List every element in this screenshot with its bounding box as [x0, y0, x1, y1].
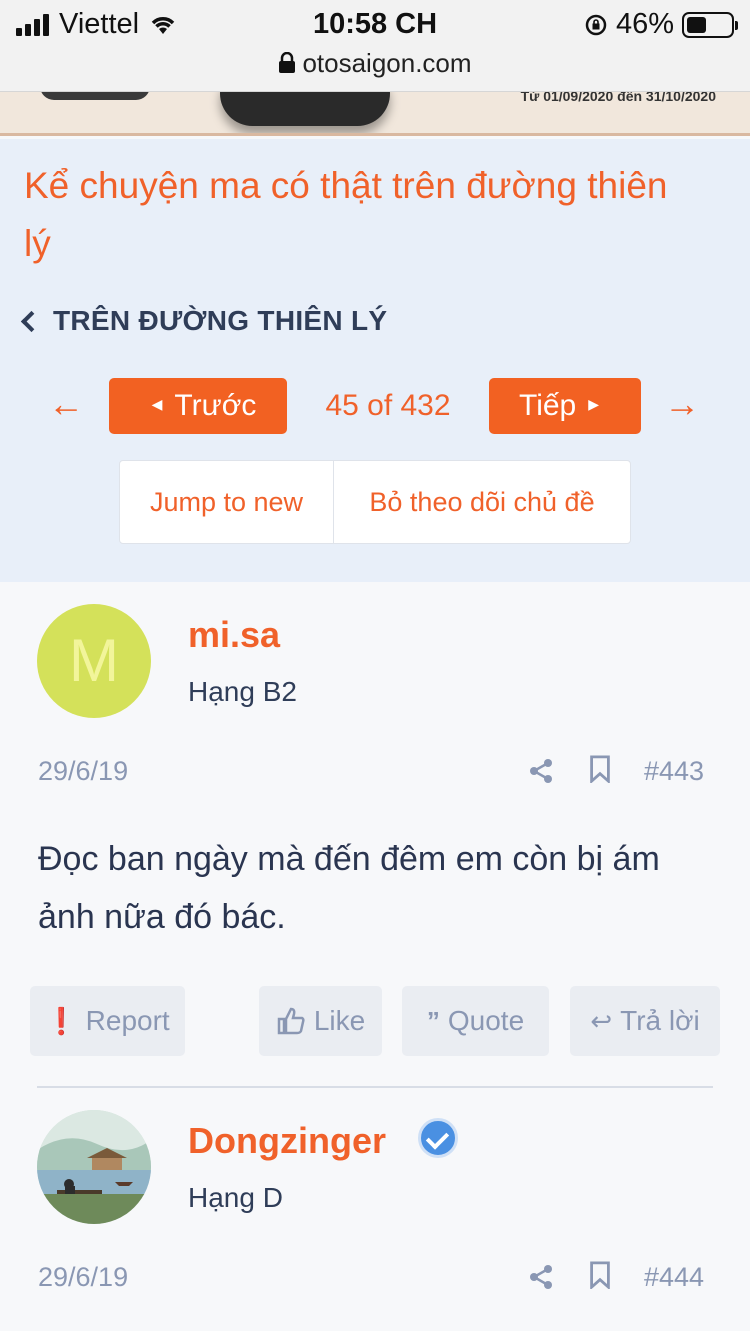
user-rank: Hạng B2	[188, 676, 297, 707]
report-button[interactable]: ❗ Report	[30, 986, 185, 1056]
breadcrumb-label: TRÊN ĐƯỜNG THIÊN LÝ	[53, 305, 388, 336]
next-arrow-icon[interactable]: →	[662, 378, 702, 434]
landscape-avatar-image	[37, 1110, 151, 1224]
bookmark-icon[interactable]	[586, 1261, 614, 1289]
post-body: Đọc ban ngày mà đến đêm em còn bị ám ảnh…	[38, 840, 660, 936]
quote-button[interactable]: ” Quote	[402, 986, 549, 1056]
banner-text: Từ 01/09/2020 đến 31/10/2020	[520, 92, 716, 104]
reply-button[interactable]: ↩ Trả lời	[570, 986, 720, 1056]
like-label: Like	[313, 1005, 366, 1036]
caret-right-icon: ▶	[588, 396, 600, 413]
post-number[interactable]: #444	[644, 1262, 704, 1293]
username[interactable]: mi.sa	[188, 614, 280, 656]
share-icon[interactable]	[527, 757, 555, 785]
reply-icon: ↩	[590, 1006, 613, 1036]
prev-page-button[interactable]: ◀ Trước	[109, 378, 287, 434]
prev-page-label: Trước	[174, 389, 257, 422]
post-date[interactable]: 29/6/19	[38, 1262, 128, 1293]
page-title: Kể chuyện ma có thật trên đường thiên lý	[24, 165, 668, 264]
report-label: Report	[85, 1005, 170, 1036]
url-bar[interactable]: otosaigon.com	[0, 48, 750, 79]
reply-label: Trả lời	[620, 1005, 700, 1036]
bookmark-icon[interactable]	[586, 755, 614, 783]
page-count: 45 of 432	[325, 389, 451, 422]
ad-banner[interactable]: Từ 01/09/2020 đến 31/10/2020	[0, 92, 750, 136]
chevron-left-icon	[20, 310, 43, 332]
battery-percent: 46%	[615, 8, 674, 40]
car-image-left	[40, 92, 150, 100]
battery-icon	[682, 11, 738, 38]
post-divider	[37, 1086, 713, 1088]
username[interactable]: Dongzinger	[188, 1120, 386, 1162]
alert-icon: ❗	[45, 1006, 78, 1036]
verified-badge-icon	[418, 1118, 458, 1158]
post-number[interactable]: #443	[644, 756, 704, 787]
posts-list: M mi.sa Hạng B2 29/6/19 #443 Đọc ban ngà…	[0, 582, 750, 1331]
pagination: ← ◀ Trước 45 of 432 Tiếp ▶ →	[0, 378, 750, 434]
quote-label: Quote	[447, 1005, 525, 1036]
unwatch-thread-button[interactable]: Bỏ theo dõi chủ đề	[334, 461, 630, 543]
page: Viettel 10:58 CH otosaigon.com 46% Từ 01…	[0, 0, 750, 1331]
thread-header: Kể chuyện ma có thật trên đường thiên lý…	[0, 139, 750, 582]
prev-arrow-icon[interactable]: ←	[46, 378, 86, 434]
thread-actions: Jump to new Bỏ theo dõi chủ đề	[119, 460, 631, 544]
post-date[interactable]: 29/6/19	[38, 756, 128, 787]
quote-icon: ”	[426, 1006, 440, 1036]
next-page-button[interactable]: Tiếp ▶	[489, 378, 641, 434]
status-right: 46%	[584, 8, 738, 41]
thumbs-up-icon	[277, 1007, 305, 1035]
caret-left-icon: ◀	[151, 396, 163, 413]
like-button[interactable]: Like	[259, 986, 382, 1056]
user-rank: Hạng D	[188, 1182, 283, 1213]
breadcrumb[interactable]: TRÊN ĐƯỜNG THIÊN LÝ	[18, 305, 387, 337]
avatar[interactable]: M	[37, 604, 151, 718]
jump-to-new-button[interactable]: Jump to new	[120, 461, 334, 543]
status-bar: Viettel 10:58 CH otosaigon.com 46%	[0, 0, 750, 92]
lock-icon	[279, 51, 296, 73]
url-text: otosaigon.com	[302, 48, 472, 78]
avatar[interactable]	[37, 1110, 151, 1224]
share-icon[interactable]	[527, 1263, 555, 1291]
next-page-label: Tiếp	[518, 389, 577, 422]
rotation-lock-icon	[585, 14, 607, 35]
car-image	[220, 92, 390, 126]
